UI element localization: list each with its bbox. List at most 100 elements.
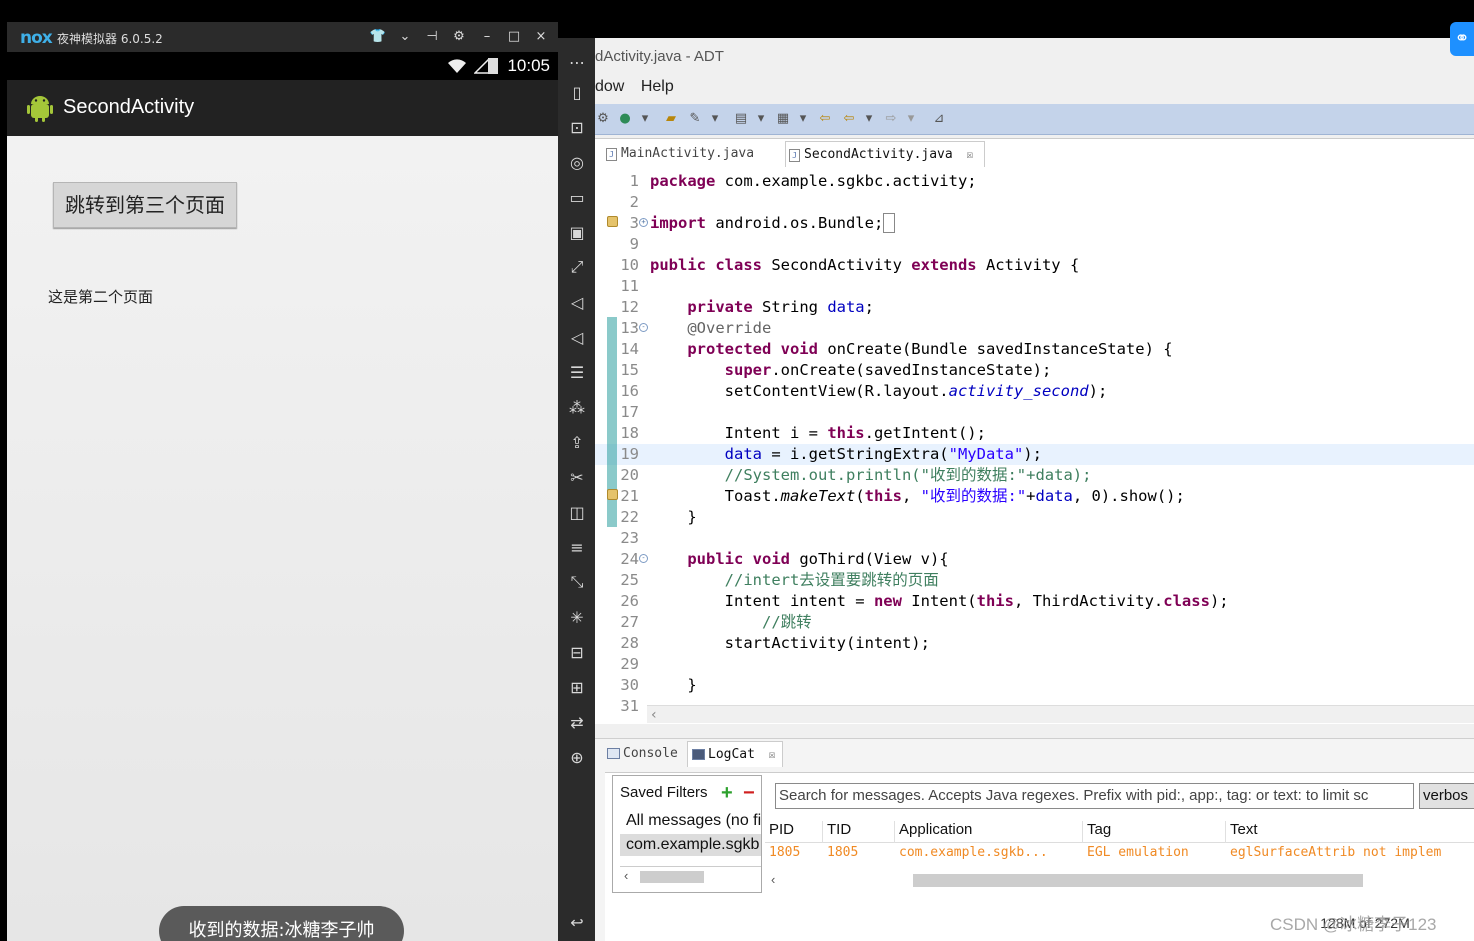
chevron-down-icon[interactable]: ▾ (861, 111, 877, 127)
controller-icon[interactable]: ⊞ (565, 675, 589, 699)
code-line[interactable]: 9 (595, 234, 1474, 255)
fullscreen-icon[interactable]: ⤢ (565, 255, 589, 279)
log-level-select[interactable]: verbos (1419, 783, 1474, 809)
col-text[interactable]: Text (1226, 821, 1474, 843)
chevron-down-icon[interactable]: ▾ (903, 111, 919, 127)
code-line[interactable]: 22 } (595, 507, 1474, 528)
minimize-icon[interactable]: – (478, 28, 496, 46)
back-nav-icon[interactable]: ⇦ (817, 111, 833, 127)
document-icon[interactable]: ▤ (733, 111, 749, 127)
menu-help[interactable]: Help (641, 78, 674, 95)
remove-filter-icon[interactable]: − (743, 782, 755, 805)
logcat-search-input[interactable]: Search for messages. Accepts Java regexe… (775, 783, 1414, 809)
back-icon[interactable]: ↩ (565, 910, 589, 934)
tab-second-activity[interactable]: J SecondActivity.java ☒ (785, 141, 985, 167)
close-icon[interactable]: × (532, 28, 550, 46)
shake-icon[interactable]: ⁂ (565, 395, 589, 419)
filter-item[interactable]: All messages (no fi (620, 810, 761, 832)
chevron-down-icon[interactable]: ▾ (795, 111, 811, 127)
maximize-icon[interactable]: □ (505, 28, 523, 46)
pin-editor-icon[interactable]: ⊿ (931, 111, 947, 127)
cut-icon[interactable]: ✂ (565, 465, 589, 489)
multi-window-icon[interactable]: ◫ (565, 500, 589, 524)
robot-icon[interactable]: ⊡ (565, 115, 589, 139)
close-tab-icon[interactable]: ☒ (769, 748, 776, 761)
code-line[interactable]: 3 + import android.os.Bundle; (595, 213, 1474, 234)
open-folder-icon[interactable]: ▰ (663, 111, 679, 127)
col-tid[interactable]: TID (823, 821, 895, 843)
code-line[interactable]: 21 Toast.makeText(this, "收到的数据:"+data, 0… (595, 486, 1474, 507)
chevron-down-icon[interactable]: ▾ (707, 111, 723, 127)
collapse-fold-icon[interactable]: - (639, 554, 648, 563)
run-icon[interactable]: ● (617, 111, 633, 127)
filter-item[interactable]: com.example.sgkb (620, 834, 761, 856)
resize-icon[interactable]: ⤡ (565, 570, 589, 594)
more-icon[interactable]: ⋯ (565, 50, 589, 74)
scroll-thumb[interactable] (913, 874, 1363, 887)
apk-icon[interactable]: ☰ (565, 360, 589, 384)
forward-arrow-icon[interactable]: ⇨ (883, 111, 899, 127)
code-line[interactable]: 20 //System.out.println("收到的数据:"+data); (595, 465, 1474, 486)
code-line[interactable]: 11 (595, 276, 1474, 297)
volume-up-icon[interactable]: ◁ (565, 290, 589, 314)
volume-down-icon[interactable]: ◁ (565, 325, 589, 349)
phone-icon[interactable]: ▯ (565, 80, 589, 104)
code-line[interactable]: 16 setContentView(R.layout.activity_seco… (595, 381, 1474, 402)
table-row[interactable]: 1805 1805 com.example.sgkb... EGL emulat… (765, 845, 1474, 865)
code-line[interactable]: 14 protected void onCreate(Bundle savedI… (595, 339, 1474, 360)
col-application[interactable]: Application (895, 821, 1083, 843)
filters-scrollbar[interactable]: ‹ (620, 866, 761, 884)
col-tag[interactable]: Tag (1083, 821, 1226, 843)
code-line[interactable]: 30 } (595, 675, 1474, 696)
back-arrow-icon[interactable]: ⇦ (841, 111, 857, 127)
code-line[interactable]: 13- @Override (595, 318, 1474, 339)
editor-horizontal-scrollbar[interactable]: ‹ (647, 705, 1474, 723)
code-line[interactable]: 2 (595, 192, 1474, 213)
sync-icon[interactable]: ⇄ (565, 710, 589, 734)
code-line[interactable]: 25 //intert去设置要跳转的页面 (595, 570, 1474, 591)
search-icon[interactable]: ▦ (775, 111, 791, 127)
code-line[interactable]: 27 //跳转 (595, 612, 1474, 633)
code-line[interactable]: 18 Intent i = this.getIntent(); (595, 423, 1474, 444)
code-line[interactable]: 1 package com.example.sgkbc.activity; (595, 171, 1474, 192)
code-line[interactable]: 10 public class SecondActivity extends Ac… (595, 255, 1474, 276)
tab-logcat[interactable]: LogCat ☒ (687, 741, 783, 767)
code-line[interactable]: 19 data = i.getStringExtra("MyData"); (595, 444, 1474, 465)
menu-icon[interactable]: ≡ (565, 535, 589, 559)
shirt-icon[interactable]: 👕 (369, 28, 387, 46)
code-line[interactable]: 15 super.onCreate(savedInstanceState); (595, 360, 1474, 381)
pin-icon[interactable]: ⊣ (423, 28, 441, 46)
code-line[interactable]: 28 startActivity(intent); (595, 633, 1474, 654)
camera-icon[interactable]: ⊟ (565, 640, 589, 664)
expand-fold-icon[interactable]: + (639, 218, 648, 227)
keyboard-icon[interactable]: ▭ (565, 185, 589, 209)
build-icon[interactable]: ⚙ (595, 111, 611, 127)
chevron-down-icon[interactable]: ▾ (637, 111, 653, 127)
go-third-button[interactable]: 跳转到第三个页面 (53, 182, 237, 228)
tab-console[interactable]: Console (603, 741, 689, 767)
gear-icon[interactable]: ⚙ (450, 28, 468, 46)
scroll-thumb[interactable] (640, 871, 704, 883)
location-icon[interactable]: ◎ (565, 150, 589, 174)
pencil-icon[interactable]: ✎ (687, 111, 703, 127)
chevron-down-icon[interactable]: ⌄ (396, 28, 414, 46)
collapse-fold-icon[interactable]: - (639, 323, 648, 332)
code-line[interactable]: 17 (595, 402, 1474, 423)
add-filter-icon[interactable]: + (721, 782, 733, 805)
chevron-down-icon[interactable]: ▾ (753, 111, 769, 127)
code-line[interactable]: 29 (595, 654, 1474, 675)
code-line[interactable]: 24- public void goThird(View v){ (595, 549, 1474, 570)
link-icon[interactable]: ⚭ (1450, 22, 1474, 56)
install-icon[interactable]: ⇪ (565, 430, 589, 454)
code-line[interactable]: 23 (595, 528, 1474, 549)
code-line[interactable]: 12 private String data; (595, 297, 1474, 318)
code-area[interactable]: 31 30 } 29 28 startActivity(intent); 27 //跳转… (595, 171, 1474, 715)
logcat-scrollbar[interactable]: ‹ (765, 871, 1474, 889)
tab-main-activity[interactable]: J MainActivity.java (603, 141, 781, 167)
loading-icon[interactable]: ✳ (565, 605, 589, 629)
menu-window[interactable]: dow (595, 78, 624, 95)
screenshot-icon[interactable]: ▣ (565, 220, 589, 244)
close-tab-icon[interactable]: ☒ (967, 148, 974, 161)
code-line[interactable]: 26 Intent intent = new Intent(this, Thir… (595, 591, 1474, 612)
col-pid[interactable]: PID (765, 821, 823, 843)
